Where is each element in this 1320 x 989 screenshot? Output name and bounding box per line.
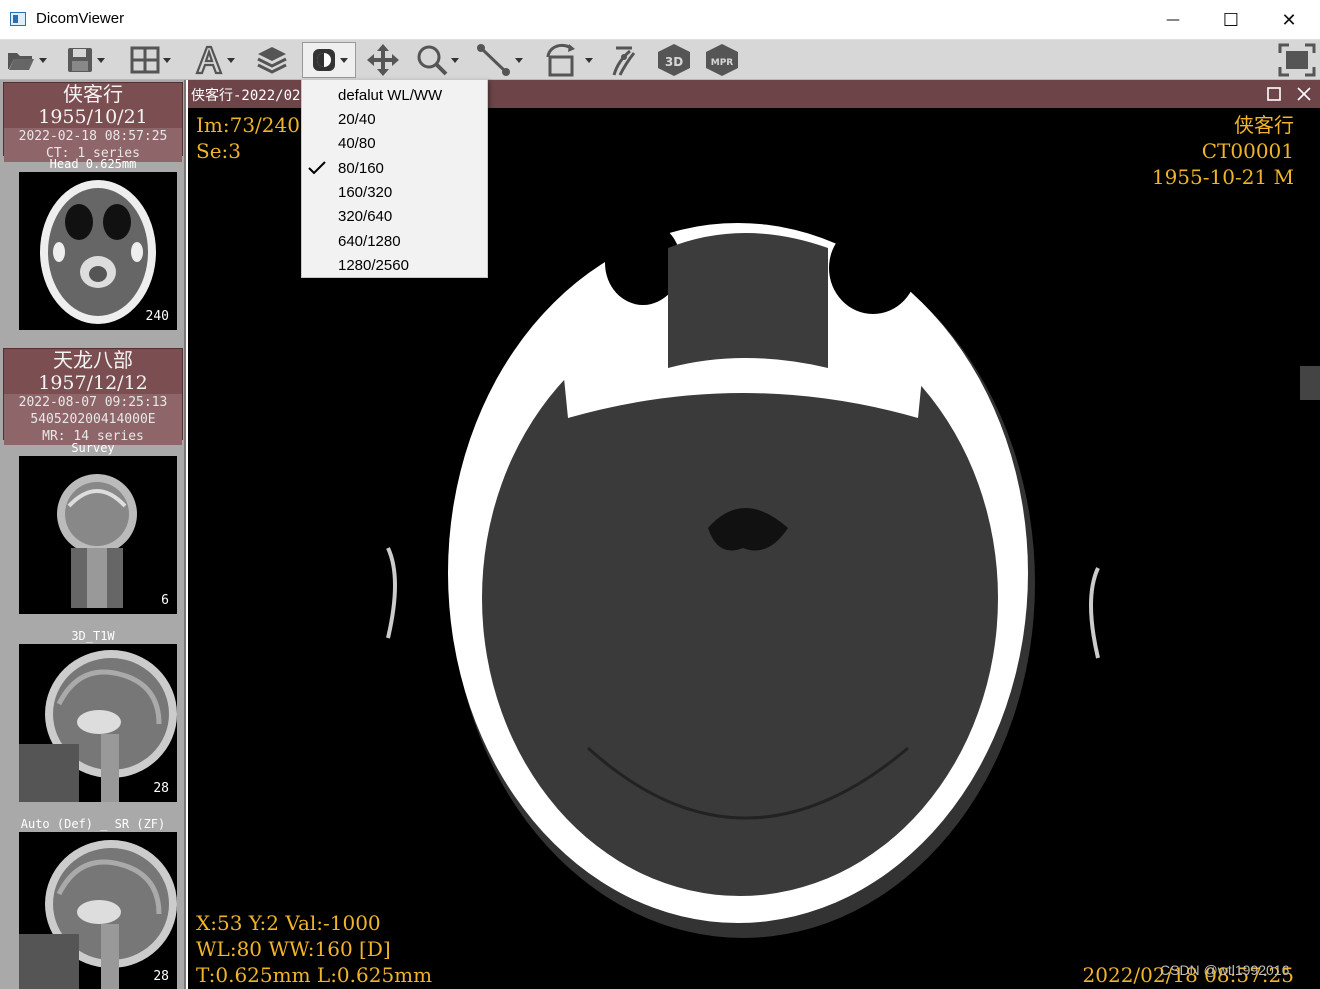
pan-icon xyxy=(367,44,399,76)
minimize-icon: — xyxy=(1166,12,1180,28)
patient-name: 天龙八部 xyxy=(53,348,133,372)
app-icon xyxy=(10,12,26,26)
patient-birth: 1955/10/21 xyxy=(38,106,148,128)
3d-icon: 3D xyxy=(658,44,690,76)
patient-card-1[interactable]: 侠客行 1955/10/21 2022-02-18 08:57:25 CT: 1… xyxy=(3,82,183,162)
open-icon xyxy=(8,53,34,70)
patient-birth: 1957/12/12 xyxy=(38,372,148,394)
layout-button[interactable] xyxy=(130,42,171,78)
series-index: Se:3 xyxy=(196,139,241,163)
patient-name: 侠客行 xyxy=(1234,113,1294,137)
overlay-top-right: 侠客行 CT00001 1955-10-21 M xyxy=(1152,112,1294,190)
study-time: 2022-02-18 08:57:25 xyxy=(4,128,182,145)
annotation-icon xyxy=(195,45,223,75)
close-button[interactable]: ✕ xyxy=(1260,0,1318,40)
slice-thickness: T:0.625mm L:0.625mm xyxy=(196,963,433,987)
viewer-maximize-button[interactable] xyxy=(1264,84,1284,104)
series-label: Head 0.625mm xyxy=(49,157,137,171)
save-button[interactable] xyxy=(66,42,105,78)
mpr-icon: MPR xyxy=(706,44,738,76)
layout-icon xyxy=(130,46,160,74)
rotate-icon xyxy=(546,43,575,77)
series-thumbnail-1[interactable]: 240 xyxy=(19,172,177,330)
overlay-bottom-left: X:53 Y:2 Val:-1000 WL:80 WW:160 [D] T:0.… xyxy=(196,910,432,988)
flip-icon xyxy=(612,46,636,76)
maximize-icon xyxy=(1267,87,1281,101)
window-level-value: WL:80 WW:160 [D] xyxy=(196,937,391,961)
series-sidebar: 侠客行 1955/10/21 2022-02-18 08:57:25 CT: 1… xyxy=(0,80,186,989)
window-level-button[interactable] xyxy=(302,42,356,78)
patient-id: CT00001 xyxy=(1201,139,1294,163)
image-count: 6 xyxy=(161,593,169,608)
study-time: 2022-08-07 09:25:13 xyxy=(4,394,182,411)
rotate-button[interactable] xyxy=(544,42,593,78)
open-button[interactable] xyxy=(6,42,47,78)
svg-text:MPR: MPR xyxy=(711,58,734,68)
maximize-icon: ☐ xyxy=(1222,9,1240,31)
measure-icon xyxy=(477,44,510,76)
layers-button[interactable] xyxy=(256,42,288,78)
flip-button[interactable] xyxy=(608,42,640,78)
wl-menu-item[interactable]: defalut WL/WW xyxy=(302,83,487,107)
image-count: 240 xyxy=(145,309,169,324)
patient-card-2[interactable]: 天龙八部 1957/12/12 2022-08-07 09:25:13 5405… xyxy=(3,348,183,445)
svg-text:3D: 3D xyxy=(665,55,683,69)
patient-name: 侠客行 xyxy=(63,82,123,106)
series-label: Auto (Def) _ SR (ZF) xyxy=(20,817,166,831)
3d-button[interactable]: 3D xyxy=(656,42,692,78)
fullscreen-icon xyxy=(1278,43,1316,77)
series-label: 3D_T1W xyxy=(71,629,115,643)
cursor-value: X:53 Y:2 Val:-1000 xyxy=(196,911,381,935)
series-thumbnail-2[interactable]: 6 xyxy=(19,456,177,614)
viewer-tab-title: 侠客行-2022/02/ xyxy=(191,88,309,104)
minimize-button[interactable]: — xyxy=(1144,0,1202,40)
scrollbar-thumb[interactable] xyxy=(1300,366,1320,400)
zoom-button[interactable] xyxy=(416,42,459,78)
overlay-top-left: Im:73/240 Se:3 xyxy=(196,112,300,164)
image-count: 28 xyxy=(153,969,169,984)
annotation-button[interactable] xyxy=(194,42,235,78)
close-icon: ✕ xyxy=(1281,9,1297,31)
image-index: Im:73/240 xyxy=(196,113,300,137)
window-level-icon xyxy=(312,49,335,71)
maximize-button[interactable]: ☐ xyxy=(1202,0,1260,40)
viewer-close-button[interactable] xyxy=(1294,84,1314,104)
wl-menu-item[interactable]: 320/640 xyxy=(302,204,487,228)
wl-menu-item[interactable]: 40/80 xyxy=(302,131,487,155)
mpr-button[interactable]: MPR xyxy=(704,42,740,78)
window-title: DicomViewer xyxy=(36,10,125,27)
close-icon xyxy=(1297,87,1311,101)
ct-thumbnail-image xyxy=(40,180,156,324)
pan-button[interactable] xyxy=(366,42,400,78)
layers-icon xyxy=(257,47,287,74)
wl-menu-item-checked[interactable]: 80/160 xyxy=(302,156,487,180)
fullscreen-button[interactable] xyxy=(1278,42,1316,78)
image-count: 28 xyxy=(153,781,169,796)
study-id: 540520200414000E xyxy=(4,411,182,428)
patient-birth-sex: 1955-10-21 M xyxy=(1151,165,1294,189)
window-level-menu: defalut WL/WW 20/40 40/80 80/160 160/320… xyxy=(301,79,488,278)
mr-survey-thumbnail-image xyxy=(57,474,137,608)
series-thumbnail-4[interactable]: 28 xyxy=(19,832,177,989)
save-icon xyxy=(68,48,92,72)
measure-button[interactable] xyxy=(476,42,523,78)
toolbar: 3D MPR xyxy=(0,40,1320,80)
zoom-icon xyxy=(417,45,448,76)
viewer-scrollbar[interactable] xyxy=(1298,108,1320,989)
series-label: Survey xyxy=(71,441,115,455)
wl-menu-item[interactable]: 1280/2560 xyxy=(302,253,487,277)
window-titlebar: DicomViewer — ☐ ✕ xyxy=(0,0,1320,40)
series-thumbnail-3[interactable]: 28 xyxy=(19,644,177,802)
wl-menu-item[interactable]: 160/320 xyxy=(302,180,487,204)
mr-sagittal-thumbnail-image xyxy=(19,840,177,989)
wl-menu-item[interactable]: 20/40 xyxy=(302,107,487,131)
mr-sagittal-thumbnail-image xyxy=(19,650,177,802)
wl-menu-item[interactable]: 640/1280 xyxy=(302,229,487,253)
checkmark-icon xyxy=(308,161,326,175)
watermark: CSDN @wtl1992016 xyxy=(1160,962,1290,978)
